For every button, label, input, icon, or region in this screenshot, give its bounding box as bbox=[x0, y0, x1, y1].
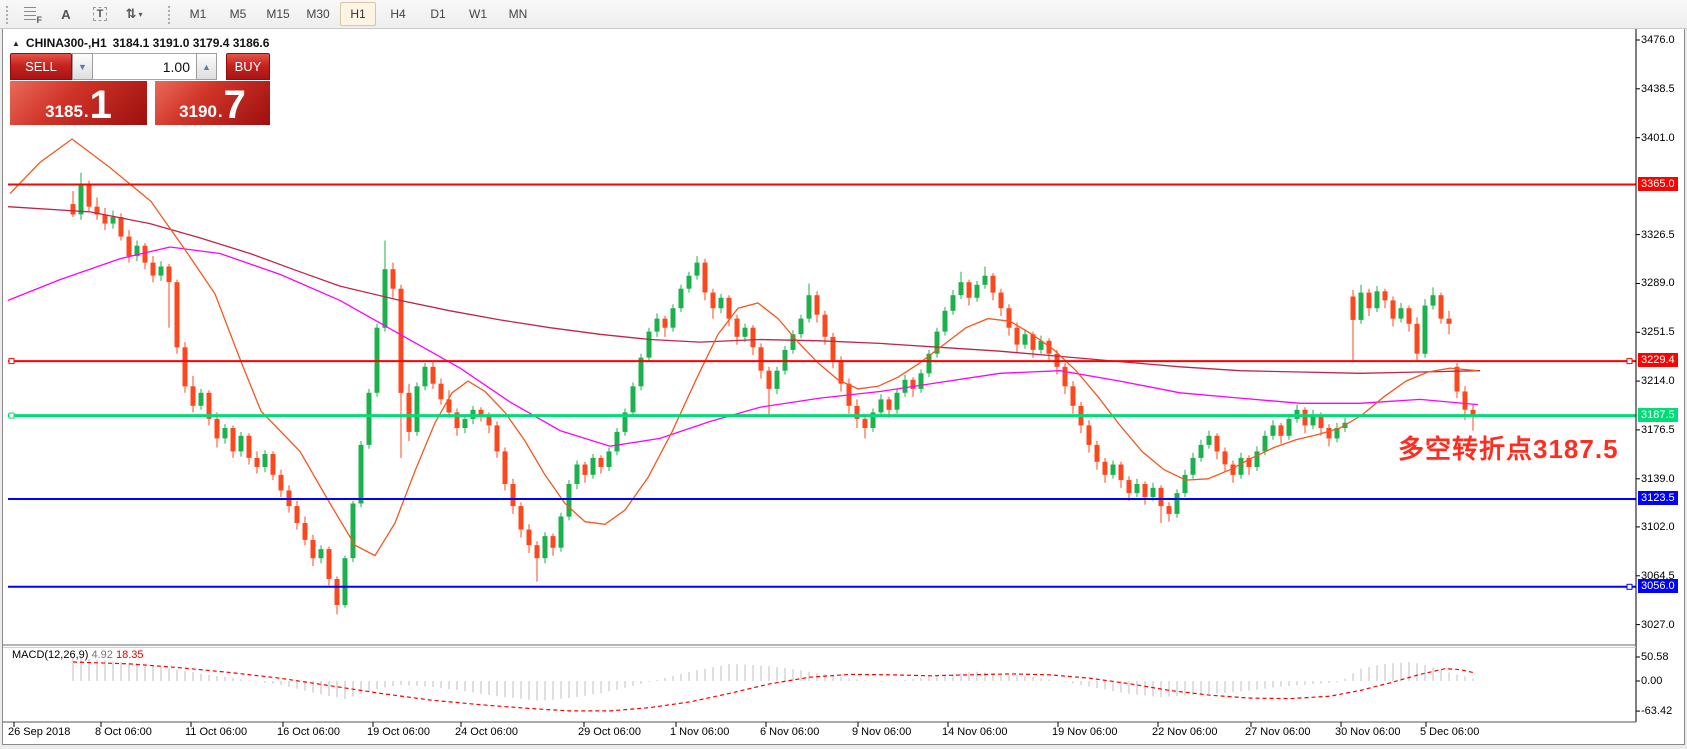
x-axis-label: 19 Oct 06:00 bbox=[367, 726, 430, 738]
x-axis-label: 8 Oct 06:00 bbox=[95, 726, 152, 738]
y-axis-label: 3401.0 bbox=[1641, 132, 1685, 144]
x-axis-label: 14 Nov 06:00 bbox=[942, 726, 1007, 738]
y-axis-label: 3251.5 bbox=[1641, 326, 1685, 338]
x-axis-label: 11 Oct 06:00 bbox=[185, 726, 247, 738]
y-axis-label: 3438.5 bbox=[1641, 83, 1685, 95]
volume-decrease-button[interactable]: ▼ bbox=[72, 53, 93, 80]
x-axis-label: 29 Oct 06:00 bbox=[578, 726, 641, 738]
timeframe-button-m30[interactable]: M30 bbox=[300, 2, 336, 26]
one-click-trading-panel: SELL ▼ ▲ BUY 3185.1 3190.7 bbox=[10, 53, 270, 125]
y-axis-label: 3102.0 bbox=[1641, 521, 1685, 533]
symbol-period: CHINA300-,H1 bbox=[26, 36, 107, 50]
collapse-icon[interactable]: ▲ bbox=[12, 39, 20, 48]
timeframe-group: M1M5M15M30H1H4D1W1MN bbox=[180, 2, 536, 26]
y-axis-label: 3289.0 bbox=[1641, 277, 1685, 289]
timeframe-button-mn[interactable]: MN bbox=[500, 2, 536, 26]
volume-input[interactable] bbox=[93, 53, 196, 80]
volume-increase-button[interactable]: ▲ bbox=[196, 53, 217, 80]
chevron-down-icon: ▾ bbox=[138, 10, 142, 19]
hline-price-label: 3365.0 bbox=[1638, 177, 1678, 191]
window-bottom-edge bbox=[0, 745, 1687, 749]
y-axis-label: 3027.0 bbox=[1641, 619, 1685, 631]
x-axis-label: 1 Nov 06:00 bbox=[670, 726, 729, 738]
hline-price-label: 3229.4 bbox=[1638, 353, 1678, 367]
mt4-terminal: { "toolbar": { "icons": [ {"name": "fibo… bbox=[0, 0, 1687, 749]
x-axis-label: 30 Nov 06:00 bbox=[1335, 726, 1400, 738]
text-icon[interactable]: A bbox=[50, 2, 82, 26]
chart-window bbox=[2, 28, 1685, 745]
y-axis-label: 3214.0 bbox=[1641, 375, 1685, 387]
fibonacci-icon[interactable]: F bbox=[16, 2, 48, 26]
buy-button[interactable]: BUY bbox=[226, 53, 270, 80]
macd-main-value: 4.92 bbox=[91, 649, 112, 661]
y-axis-label: 3326.5 bbox=[1641, 229, 1685, 241]
ohlc-values: 3184.1 3191.0 3179.4 3186.6 bbox=[113, 36, 270, 50]
top-toolbar: F A T ⇅ ▾ M1M5M15M30H1H4D1W1MN bbox=[0, 0, 1687, 29]
arrows-style-icon[interactable]: ⇅ ▾ bbox=[118, 2, 150, 26]
toolbar-drag-handle-2[interactable] bbox=[166, 4, 172, 24]
timeframe-button-m1[interactable]: M1 bbox=[180, 2, 216, 26]
sell-price-display[interactable]: 3185.1 bbox=[10, 81, 147, 125]
sell-button[interactable]: SELL bbox=[10, 53, 72, 80]
timeframe-button-h4[interactable]: H4 bbox=[380, 2, 416, 26]
toolbar-drag-handle[interactable] bbox=[4, 4, 10, 24]
x-axis-label: 24 Oct 06:00 bbox=[455, 726, 518, 738]
y-axis-label: 3139.0 bbox=[1641, 473, 1685, 485]
label-icon[interactable]: T bbox=[84, 2, 116, 26]
macd-axis-label: 0.00 bbox=[1641, 675, 1685, 687]
y-axis-label: 3176.5 bbox=[1641, 424, 1685, 436]
hline-price-label: 3123.5 bbox=[1638, 491, 1678, 505]
timeframe-button-d1[interactable]: D1 bbox=[420, 2, 456, 26]
x-axis-label: 27 Nov 06:00 bbox=[1245, 726, 1310, 738]
x-axis-label: 6 Nov 06:00 bbox=[760, 726, 819, 738]
timeframe-button-m15[interactable]: M15 bbox=[260, 2, 296, 26]
hline-price-label: 3187.5 bbox=[1638, 408, 1678, 422]
y-axis-label: 3476.0 bbox=[1641, 34, 1685, 46]
macd-axis-label: -63.42 bbox=[1641, 705, 1685, 717]
timeframe-button-m5[interactable]: M5 bbox=[220, 2, 256, 26]
x-axis-label: 19 Nov 06:00 bbox=[1052, 726, 1117, 738]
macd-signal-value: 18.35 bbox=[116, 649, 144, 661]
x-axis-label: 26 Sep 2018 bbox=[8, 726, 70, 738]
x-axis-label: 5 Dec 06:00 bbox=[1420, 726, 1479, 738]
x-axis-label: 22 Nov 06:00 bbox=[1152, 726, 1217, 738]
macd-axis-label: 50.58 bbox=[1641, 651, 1685, 663]
buy-price-display[interactable]: 3190.7 bbox=[155, 81, 270, 125]
macd-indicator-label: MACD(12,26,9) 4.92 18.35 bbox=[12, 649, 144, 661]
timeframe-button-w1[interactable]: W1 bbox=[460, 2, 496, 26]
pivot-annotation-text: 多空转折点3187.5 bbox=[1398, 429, 1619, 466]
timeframe-button-h1[interactable]: H1 bbox=[340, 2, 376, 26]
x-axis-label: 9 Nov 06:00 bbox=[852, 726, 911, 738]
chart-title: ▲ CHINA300-,H1 3184.1 3191.0 3179.4 3186… bbox=[12, 36, 269, 50]
x-axis-label: 16 Oct 06:00 bbox=[277, 726, 340, 738]
hline-price-label: 3056.0 bbox=[1638, 579, 1678, 593]
